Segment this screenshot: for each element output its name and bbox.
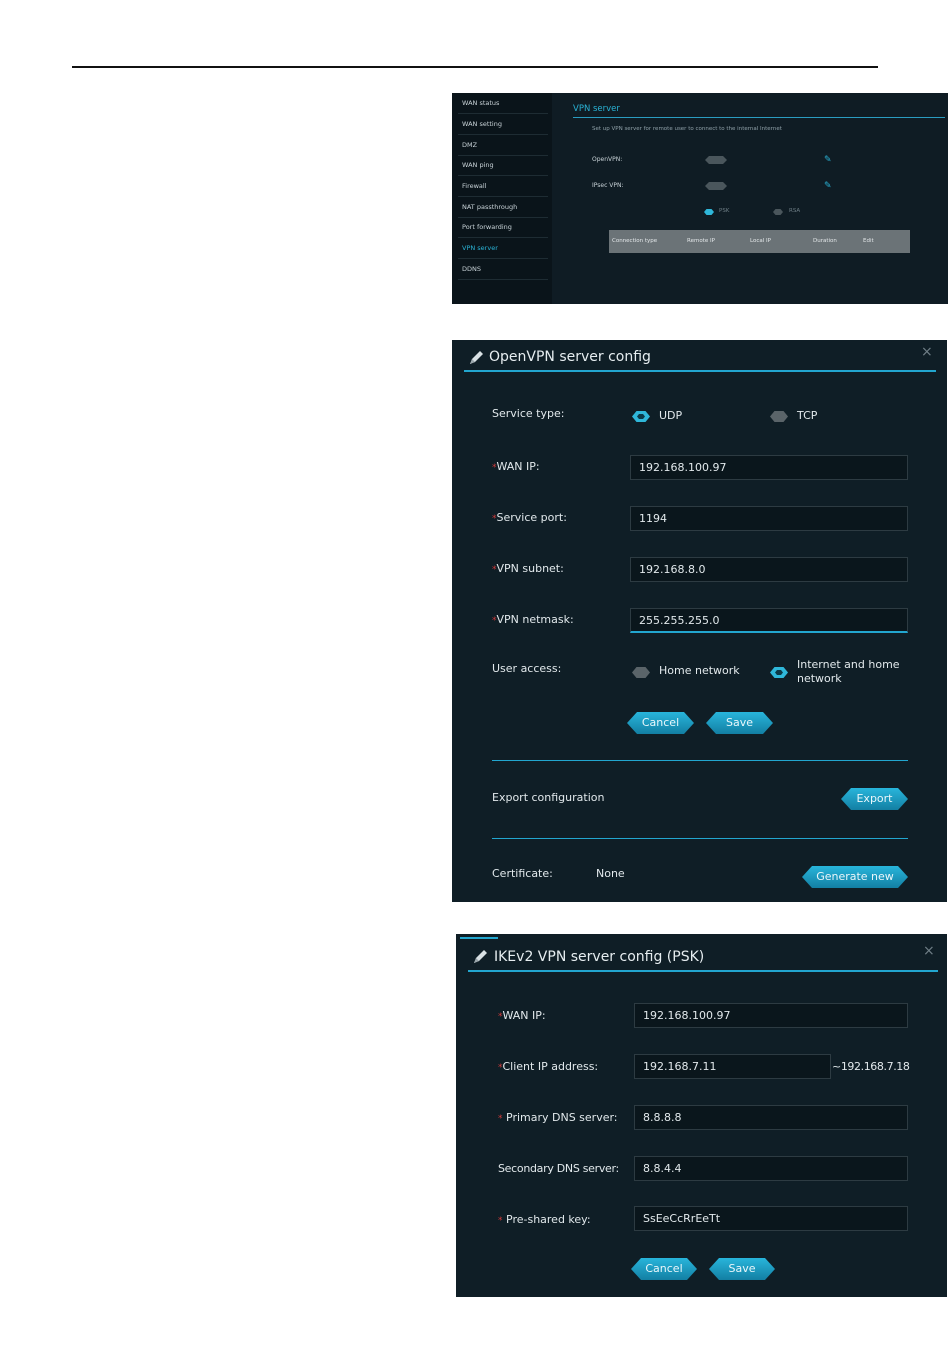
generate-new-button[interactable]: Generate new [802,866,908,888]
openvpn-toggle[interactable] [705,156,727,164]
internet-and-home-network-radio[interactable] [770,667,788,678]
wan-ip-input[interactable]: 192.168.100.97 [630,455,908,480]
vpn-subnet-input[interactable]: 192.168.8.0 [630,557,908,582]
title-underline [468,970,938,972]
wan-ip-label: *WAN IP: [492,460,540,473]
cancel-button[interactable]: Cancel [627,712,694,734]
openvpn-label: OpenVPN: [592,156,623,163]
wan-ip-input[interactable]: 192.168.100.97 [634,1003,908,1028]
sidebar-item-vpn-server[interactable]: VPN server [458,238,548,259]
psk-radio[interactable] [704,209,714,215]
sidebar-item-dmz[interactable]: DMZ [458,135,548,156]
save-button[interactable]: Save [706,712,773,734]
section-divider [492,838,908,839]
section-divider [492,760,908,761]
page-header-rule [72,66,878,68]
sidebar-item-ddns[interactable]: DDNS [458,259,548,280]
home-network-radio-label: Home network [659,664,740,677]
pencil-icon [470,351,483,364]
wan-ip-label: *WAN IP: [498,1009,546,1022]
rsa-radio-label: RSA [789,208,801,214]
title-underline [464,370,936,372]
connections-table-header: Connection type Remote IP Local IP Durat… [609,230,910,253]
table-header-connection-type: Connection type [612,238,658,244]
secondary-dns-input[interactable]: 8.8.4.4 [634,1156,908,1181]
vpn-netmask-label: *VPN netmask: [492,613,574,626]
pre-shared-key-input[interactable]: SsEeCcRrEeTt [634,1206,908,1231]
sidebar-item-nat-passthrough[interactable]: NAT passthrough [458,197,548,218]
primary-dns-label: * Primary DNS server: [498,1111,618,1124]
primary-dns-input[interactable]: 8.8.8.8 [634,1105,908,1130]
table-header-local-ip: Local IP [750,238,771,244]
page-title: VPN server [573,104,620,114]
rsa-radio[interactable] [773,209,783,215]
udp-radio[interactable] [632,411,650,422]
client-ip-address-label: *Client IP address: [498,1060,599,1073]
udp-radio-label: UDP [659,409,683,422]
dialog-title: OpenVPN server config [489,349,651,365]
tcp-radio[interactable] [770,411,788,422]
client-ip-address-input[interactable]: 192.168.7.11 [634,1054,831,1079]
certificate-label: Certificate: [492,867,553,880]
pre-shared-key-label: * Pre-shared key: [498,1213,591,1226]
sidebar-item-wan-status[interactable]: WAN status [458,93,548,114]
openvpn-config-dialog: OpenVPN server config × Service type: UD… [452,340,947,902]
service-port-label: *Service port: [492,511,567,524]
pencil-icon[interactable]: ✎ [824,181,834,191]
ipsec-vpn-label: IPsec VPN: [592,182,624,189]
dialog-title: IKEv2 VPN server config (PSK) [494,949,705,965]
save-button[interactable]: Save [709,1258,775,1280]
corner-accent [460,937,498,939]
vpn-server-screenshot: WAN status WAN setting DMZ WAN ping Fire… [452,93,948,304]
certificate-value: None [596,867,625,880]
vpn-subnet-label: *VPN subnet: [492,562,564,575]
tcp-radio-label: TCP [797,409,818,422]
sidebar-item-port-forwarding[interactable]: Port forwarding [458,217,548,238]
page-description: Set up VPN server for remote user to con… [592,126,782,132]
ikev2-config-dialog: IKEv2 VPN server config (PSK) × *WAN IP:… [456,934,947,1297]
vpn-netmask-input[interactable]: 255.255.255.0 [630,608,908,633]
service-type-label: Service type: [492,407,565,420]
title-underline [573,117,945,118]
export-button[interactable]: Export [841,788,908,810]
export-configuration-label: Export configuration [492,791,605,804]
pencil-icon [474,950,487,963]
sidebar-item-wan-ping[interactable]: WAN ping [458,155,548,176]
internet-and-home-network-radio-label: Internet and home network [797,658,900,685]
service-port-input[interactable]: 1194 [630,506,908,531]
psk-radio-label: PSK [719,208,730,214]
user-access-label: User access: [492,662,562,675]
pencil-icon[interactable]: ✎ [824,155,834,165]
table-header-duration: Duration [813,238,837,244]
table-header-remote-ip: Remote IP [687,238,715,244]
table-header-edit: Edit [863,238,874,244]
home-network-radio[interactable] [632,667,650,678]
client-ip-range-end: ~192.168.7.18 [832,1060,910,1073]
ipsec-vpn-toggle[interactable] [705,182,727,190]
sidebar-nav: WAN status WAN setting DMZ WAN ping Fire… [452,93,552,304]
close-icon[interactable]: × [921,345,933,359]
sidebar-item-firewall[interactable]: Firewall [458,176,548,197]
close-icon[interactable]: × [923,944,935,958]
sidebar-item-wan-setting[interactable]: WAN setting [458,114,548,135]
cancel-button[interactable]: Cancel [631,1258,697,1280]
secondary-dns-label: Secondary DNS server: [498,1162,619,1175]
